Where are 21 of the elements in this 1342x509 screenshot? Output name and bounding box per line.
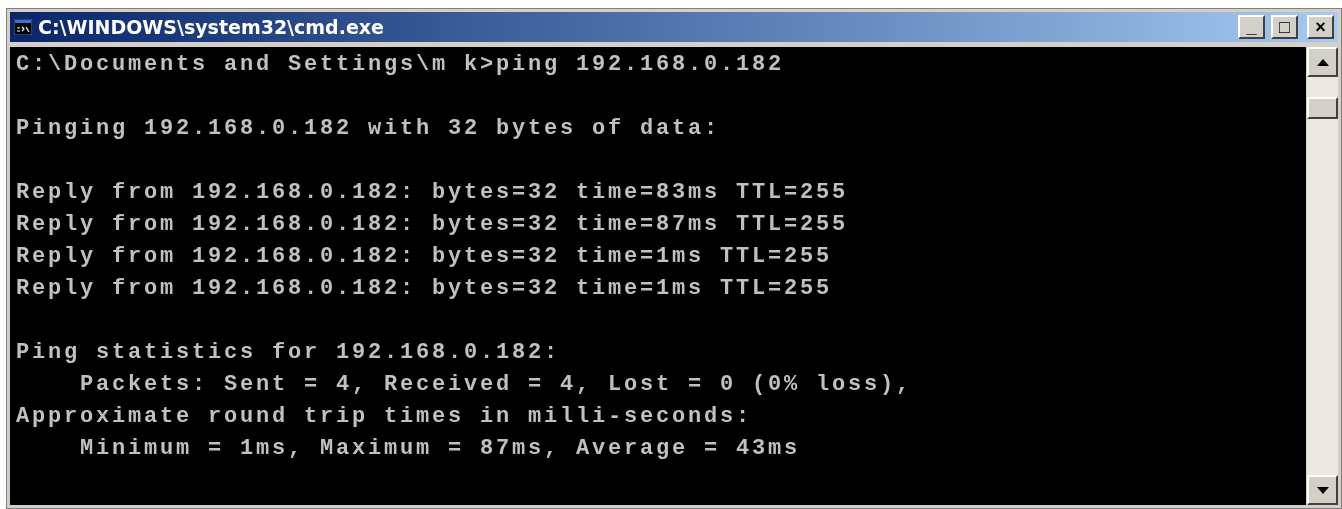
console-line: Packets: Sent = 4, Received = 4, Lost = 0 (0% loss), xyxy=(79,371,914,399)
vertical-scrollbar[interactable] xyxy=(1306,47,1338,505)
scroll-up-button[interactable] xyxy=(1307,47,1338,77)
minimize-button[interactable]: _ xyxy=(1238,15,1265,39)
console-line: Minimum = 1ms, Maximum = 87ms, Average = 43ms xyxy=(79,435,802,463)
console-line: Reply from 192.168.0.182: bytes=32 time=83ms TTL=255 xyxy=(16,179,850,207)
down-arrow-icon xyxy=(1316,486,1329,494)
window-title: C:\WINDOWS\system32\cmd.exe xyxy=(38,14,384,40)
console-line: Reply from 192.168.0.182: bytes=32 time=1ms TTL=255 xyxy=(16,243,834,271)
console-icon xyxy=(14,19,32,35)
console-line: C:\Documents and Settings\m k>ping 192.168.0.182 xyxy=(16,51,786,79)
scroll-thumb[interactable] xyxy=(1307,97,1338,119)
up-arrow-icon xyxy=(1316,58,1329,66)
console-line: Reply from 192.168.0.182: bytes=32 time=1ms TTL=255 xyxy=(16,275,834,303)
console-line: Reply from 192.168.0.182: bytes=32 time=87ms TTL=255 xyxy=(16,211,850,239)
console-line: Pinging 192.168.0.182 with 32 bytes of data: xyxy=(16,115,722,143)
close-button[interactable]: × xyxy=(1307,15,1334,39)
console-line: Approximate round trip times in milli-seconds: xyxy=(16,403,754,431)
console-line: Ping statistics for 192.168.0.182: xyxy=(16,339,562,367)
scroll-down-button[interactable] xyxy=(1307,475,1338,505)
maximize-button[interactable]: □ xyxy=(1271,15,1298,39)
